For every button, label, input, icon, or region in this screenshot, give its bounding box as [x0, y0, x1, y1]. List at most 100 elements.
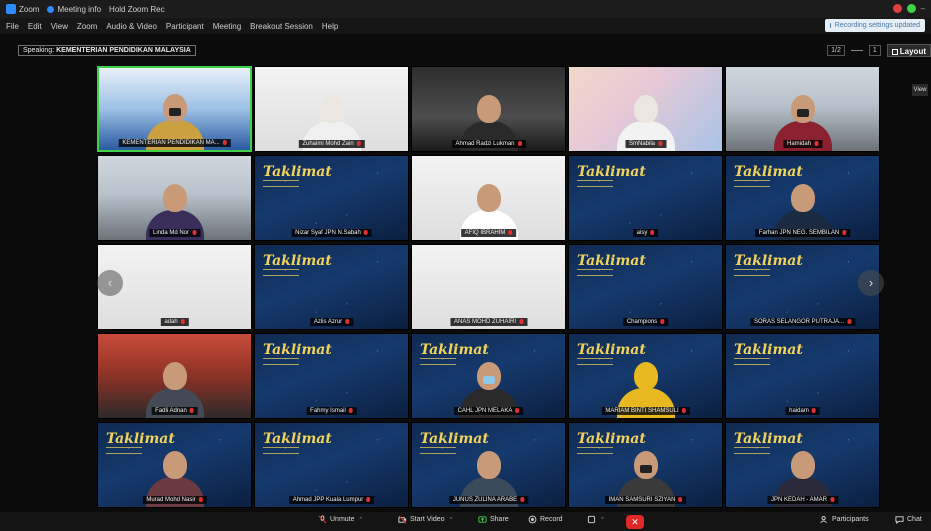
participant-name-text: JPN KEDAH - AMAR	[770, 497, 828, 503]
mic-muted-icon	[222, 140, 227, 145]
layout-button[interactable]: Layout	[886, 44, 931, 57]
virtual-background-subtitle	[734, 447, 770, 454]
leave-button[interactable]: ✕	[626, 515, 644, 529]
unmute-button[interactable]: Unmute ^	[318, 515, 362, 524]
more-icon[interactable]: –	[921, 4, 925, 13]
chat-label: Chat	[907, 516, 922, 523]
record-label: Record	[540, 516, 563, 523]
virtual-background-title: Taklimat	[577, 253, 646, 269]
participant-tile[interactable]: Taklimat IMAN SAMSURI SZIYAN	[568, 422, 723, 508]
participant-tile[interactable]: ANAS MOHD ZUHAIRI	[411, 244, 566, 330]
reaction-icon	[587, 515, 596, 524]
menu-edit[interactable]: Edit	[28, 22, 42, 31]
gallery-count[interactable]: 1	[868, 45, 881, 56]
participant-name: Murad Mohd Nasir	[142, 496, 207, 504]
participant-tile[interactable]: AFIQ IBRAHIM	[411, 155, 566, 241]
mic-muted-icon	[192, 230, 197, 235]
participant-tile[interactable]: Taklimat Nizar Syaf JPN N.Sabah	[254, 155, 409, 241]
participant-name-text: Murad Mohd Nasir	[146, 497, 196, 503]
reactions-button[interactable]: ^	[587, 515, 604, 524]
virtual-background-title: Taklimat	[734, 164, 803, 180]
participant-tile[interactable]: Taklimat JPN KEDAH - AMAR	[725, 422, 880, 508]
virtual-background-subtitle	[420, 358, 456, 365]
participants-button[interactable]: Participants	[820, 515, 869, 524]
participants-label: Participants	[832, 516, 869, 523]
participant-name-text: IMAN SAMSURI SZIYAN	[608, 497, 676, 503]
zoom-logo-icon	[6, 4, 16, 14]
participant-tile[interactable]: Taklimat Farhan JPN NEG. SEMBILAN	[725, 155, 880, 241]
participant-tile[interactable]: Taklimat JUNUS ZULINA ARABE	[411, 422, 566, 508]
menu-participant[interactable]: Participant	[166, 22, 204, 31]
record-button[interactable]: Record	[528, 515, 563, 524]
participant-tile[interactable]: Taklimat SORAS SELANGOR PUTRAJA...	[725, 244, 880, 330]
participant-name-text: Ahmad Radzi Lukman	[455, 141, 515, 147]
mic-muted-icon	[650, 230, 655, 235]
menu-view[interactable]: View	[51, 22, 68, 31]
mic-muted-icon	[830, 497, 835, 502]
mic-muted-icon	[520, 497, 525, 502]
meeting-info-tab[interactable]: Meeting info	[47, 5, 101, 14]
title-bar: Zoom Meeting info Hold Zoom Rec –	[0, 0, 931, 18]
meeting-info-label: Meeting info	[57, 4, 102, 14]
participant-tile[interactable]: Taklimat aisy	[568, 155, 723, 241]
participant-name: KEMENTERIAN PENDIDIKAN MA...	[118, 139, 231, 147]
notification-banner[interactable]: Recording settings updated	[825, 19, 925, 32]
mic-muted-icon	[519, 319, 524, 324]
share-button[interactable]: Share	[478, 515, 509, 524]
minimize-icon[interactable]	[906, 4, 916, 13]
participant-tile[interactable]: KEMENTERIAN PENDIDIKAN MA...	[97, 66, 252, 152]
participant-name: Hamidah	[782, 140, 823, 148]
menu-breakout[interactable]: Breakout Session	[250, 22, 313, 31]
chat-button[interactable]: Chat	[895, 515, 922, 524]
virtual-background-subtitle	[734, 358, 770, 365]
chevron-up-icon[interactable]: ^	[450, 517, 453, 523]
participant-tile[interactable]: Fadli Adnan	[97, 333, 252, 419]
virtual-background-subtitle	[577, 180, 613, 187]
mic-muted-icon	[814, 141, 819, 146]
participant-tile[interactable]: Ahmad Radzi Lukman	[411, 66, 566, 152]
mic-muted-icon	[363, 230, 368, 235]
start-video-button[interactable]: Start Video ^	[398, 515, 452, 524]
notification-text: Recording settings updated	[834, 22, 920, 29]
info-icon	[47, 5, 55, 13]
virtual-background-subtitle	[263, 269, 299, 276]
next-page-button[interactable]: ›	[858, 270, 884, 296]
menu-file[interactable]: File	[6, 22, 19, 31]
menu-zoom[interactable]: Zoom	[77, 22, 97, 31]
page-indicator[interactable]: 1/2	[827, 45, 845, 56]
recording-label: Hold Zoom Rec	[109, 5, 165, 14]
chevron-up-icon[interactable]: ^	[360, 517, 363, 523]
participant-tile[interactable]: Taklimat haidam	[725, 333, 880, 419]
participant-name-text: Hamidah	[786, 141, 812, 147]
participant-tile[interactable]: Taklimat Champions	[568, 244, 723, 330]
menu-help[interactable]: Help	[322, 22, 338, 31]
participant-tile[interactable]: Taklimat Azlis Azrur	[254, 244, 409, 330]
mic-muted-icon	[348, 408, 353, 413]
virtual-background-subtitle	[734, 269, 770, 276]
previous-page-button[interactable]: ‹	[97, 270, 123, 296]
participants-icon	[820, 516, 827, 524]
participant-tile[interactable]: Linda Md Nor	[97, 155, 252, 241]
participant-tile[interactable]: Taklimat Ahmad JPP Kuala Lumpur	[254, 422, 409, 508]
participant-name-text: adah	[164, 319, 178, 325]
participant-name: Linda Md Nor	[148, 229, 201, 237]
chevron-up-icon[interactable]: ^	[601, 517, 604, 523]
participant-tile[interactable]: Taklimat MARIAM BINTI SHAMSULI	[568, 333, 723, 419]
participant-tile[interactable]: Taklimat Murad Mohd Nasir	[97, 422, 252, 508]
participant-name-text: Linda Md Nor	[152, 230, 190, 236]
mic-muted-icon	[681, 408, 686, 413]
participant-tile[interactable]: Hamidah	[725, 66, 880, 152]
participant-tile[interactable]: Taklimat CAHL JPN MELAKA	[411, 333, 566, 419]
participant-tile[interactable]: Taklimat Fahmy Ismail	[254, 333, 409, 419]
participant-tile[interactable]: Zuhaimi Mohd Zain	[254, 66, 409, 152]
virtual-background-title: Taklimat	[420, 342, 489, 358]
virtual-background-title: Taklimat	[263, 164, 332, 180]
view-side-button[interactable]: View	[912, 84, 928, 96]
face-mask	[168, 108, 181, 116]
menu-meeting[interactable]: Meeting	[213, 22, 241, 31]
mic-muted-icon	[366, 497, 371, 502]
participant-tile[interactable]: SmNabila	[568, 66, 723, 152]
close-icon[interactable]	[892, 4, 902, 13]
mic-muted-icon	[658, 141, 663, 146]
menu-audio-video[interactable]: Audio & Video	[106, 22, 157, 31]
